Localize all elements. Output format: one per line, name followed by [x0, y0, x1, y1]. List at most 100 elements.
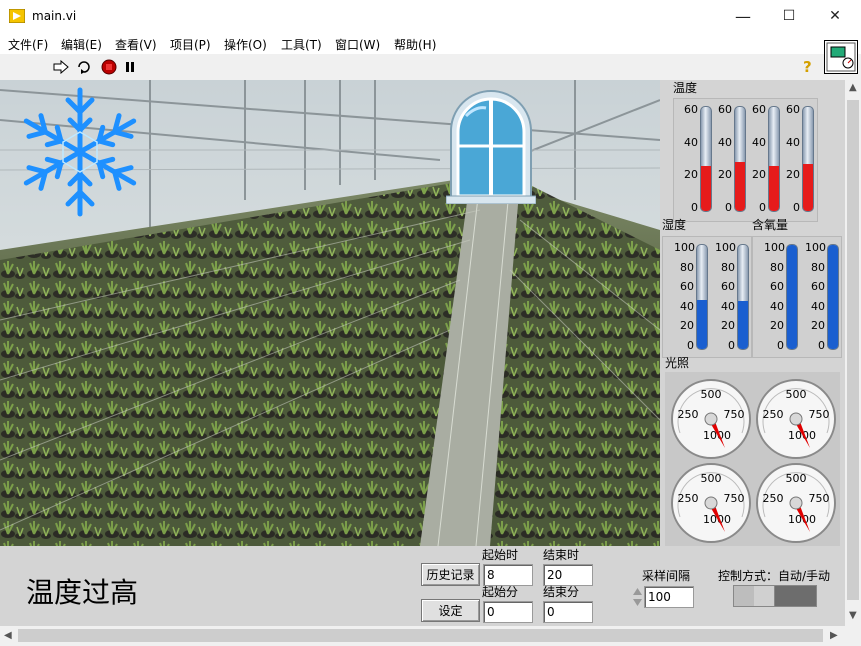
humidity-tank-fill: [738, 301, 748, 349]
temperature-scale: 60 40 20 0: [742, 103, 766, 214]
snowflake-icon: [5, 82, 155, 225]
minimize-button[interactable]: —: [720, 0, 766, 32]
temperature-tick-label: 20: [786, 168, 800, 182]
temperature-tick-label: 40: [684, 135, 698, 149]
humidity-tick-label: 60: [721, 280, 735, 294]
oxygen-tank: [827, 244, 839, 350]
light-gauge: 500 250 750 1000: [755, 462, 837, 547]
horizontal-scroll-thumb[interactable]: [18, 629, 823, 642]
start-hour-label: 起始时: [482, 548, 519, 562]
context-help-icon[interactable]: ?: [803, 58, 812, 76]
start-minute-field[interactable]: 0: [483, 601, 533, 623]
sample-interval-field[interactable]: 100: [644, 586, 694, 608]
humidity-tick-label: 100: [715, 241, 736, 254]
humidity-label: 湿度: [662, 218, 687, 232]
oxygen-tank-fill: [787, 245, 797, 349]
temperature-tick-label: 60: [752, 103, 766, 116]
gauge-tick-label: 750: [809, 492, 830, 505]
humidity-tick-label: 40: [680, 299, 694, 313]
gauge-tick-label: 250: [678, 408, 699, 421]
temperature-tick-label: 0: [691, 201, 698, 214]
history-button[interactable]: 历史记录: [421, 563, 480, 586]
menu-edit[interactable]: 编辑(E): [61, 36, 102, 53]
temperature-label: 温度: [673, 81, 698, 95]
temperature-scale: 60 40 20 0: [708, 103, 732, 214]
gauge-tick-label: 750: [724, 408, 745, 421]
run-arrow-icon[interactable]: [52, 58, 70, 76]
light-label: 光照: [665, 356, 690, 370]
vertical-scroll-thumb[interactable]: [847, 100, 859, 600]
menu-file[interactable]: 文件(F): [8, 36, 48, 53]
menu-help[interactable]: 帮助(H): [394, 36, 436, 53]
gauge-tick-label: 750: [809, 408, 830, 421]
sample-interval-spinner[interactable]: [632, 585, 643, 609]
scroll-up-icon[interactable]: ▲: [849, 82, 857, 93]
pause-icon[interactable]: [121, 58, 139, 76]
oxygen-tick-label: 20: [770, 319, 784, 333]
temperature-tick-label: 40: [718, 135, 732, 149]
horizontal-scrollbar[interactable]: ◀ ▶: [0, 626, 845, 646]
temperature-tick-label: 60: [718, 103, 732, 116]
menu-tools[interactable]: 工具(T): [281, 36, 322, 53]
humidity-tick-label: 0: [728, 339, 735, 352]
set-button[interactable]: 设定: [421, 599, 480, 622]
oxygen-tick-label: 80: [811, 260, 825, 274]
menu-project[interactable]: 项目(P): [170, 36, 211, 53]
gauge-tick-label: 500: [701, 472, 722, 485]
oxygen-tick-label: 0: [777, 339, 784, 352]
temperature-tick-label: 0: [759, 201, 766, 214]
run-continuously-icon[interactable]: [75, 58, 93, 76]
humidity-tick-label: 60: [680, 280, 694, 294]
temperature-tank-fill: [803, 164, 813, 211]
gauge-tick-label: 500: [786, 472, 807, 485]
humidity-tick-label: 100: [674, 241, 695, 254]
scroll-down-icon[interactable]: ▼: [849, 610, 857, 621]
humidity-tick-label: 20: [680, 319, 694, 333]
menu-window[interactable]: 窗口(W): [335, 36, 380, 53]
scroll-left-icon[interactable]: ◀: [4, 630, 12, 641]
oxygen-tick-label: 80: [770, 260, 784, 274]
humidity-tank: [696, 244, 708, 350]
oxygen-tick-label: 40: [811, 299, 825, 313]
gauge-tick-label: 750: [724, 492, 745, 505]
scroll-right-icon[interactable]: ▶: [830, 630, 838, 641]
temperature-tick-label: 20: [684, 168, 698, 182]
light-gauge: 500 250 750 1000: [755, 378, 837, 463]
oxygen-tick-label: 100: [764, 241, 785, 254]
humidity-tick-label: 20: [721, 319, 735, 333]
temperature-tick-label: 40: [752, 135, 766, 149]
sample-interval-label: 采样间隔: [642, 569, 691, 583]
humidity-tick-label: 80: [721, 260, 735, 274]
temperature-tick-label: 20: [718, 168, 732, 182]
close-button[interactable]: ✕: [812, 0, 858, 32]
temperature-tick-label: 0: [793, 201, 800, 214]
menu-operate[interactable]: 操作(O): [224, 36, 267, 53]
oxygen-tick-label: 40: [770, 299, 784, 313]
alarm-message: 温度过高: [26, 576, 139, 609]
oxygen-tank: [786, 244, 798, 350]
vi-connector-icon: [824, 40, 858, 74]
vertical-scrollbar[interactable]: ▲ ▼: [845, 80, 861, 626]
maximize-button[interactable]: ☐: [766, 0, 812, 32]
menu-view[interactable]: 查看(V): [115, 36, 157, 53]
temperature-tick-label: 60: [786, 103, 800, 116]
end-hour-label: 结束时: [543, 548, 580, 562]
labview-app-icon: [8, 8, 26, 24]
humidity-tank: [737, 244, 749, 350]
temperature-scale: 60 40 20 0: [674, 103, 698, 214]
oxygen-tick-label: 60: [811, 280, 825, 294]
oxygen-scale: 100 80 60 40 20 0: [801, 241, 826, 352]
temperature-tick-label: 40: [786, 135, 800, 149]
oxygen-tick-label: 60: [770, 280, 784, 294]
humidity-tick-label: 40: [721, 299, 735, 313]
temperature-scale: 60 40 20 0: [776, 103, 800, 214]
light-gauge: 500 250 750 1000: [670, 378, 752, 463]
end-minute-field[interactable]: 0: [543, 601, 593, 623]
oxygen-tick-label: 20: [811, 319, 825, 333]
control-mode-switch[interactable]: [733, 585, 817, 607]
abort-icon[interactable]: [100, 58, 118, 76]
humidity-tick-label: 80: [680, 260, 694, 274]
temperature-tank: [802, 106, 814, 212]
oxygen-label: 含氧量: [752, 218, 789, 232]
start-minute-label: 起始分: [482, 585, 519, 599]
